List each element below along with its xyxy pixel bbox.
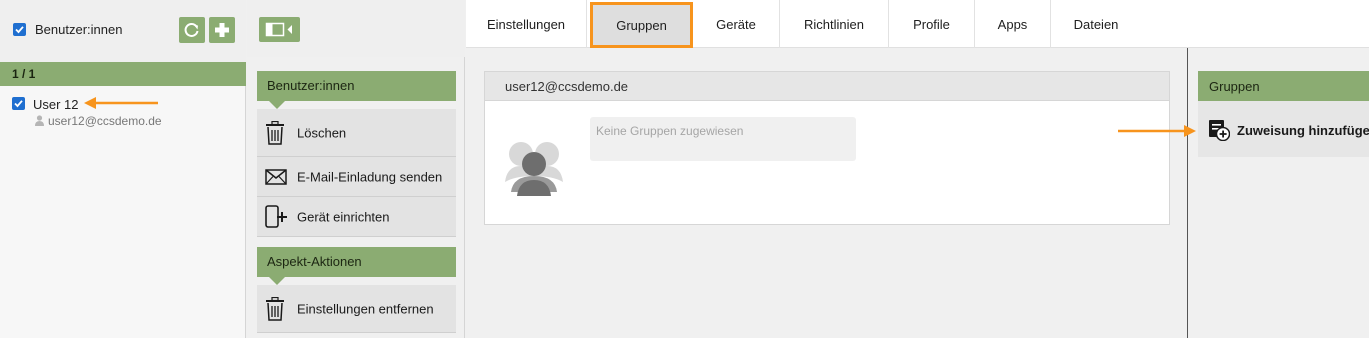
person-icon bbox=[35, 115, 44, 126]
tab-profiles[interactable]: Profile bbox=[889, 0, 975, 48]
send-invite-action[interactable]: E-Mail-Einladung senden bbox=[257, 157, 456, 197]
users-header: Benutzer:innen bbox=[0, 0, 246, 62]
envelope-icon bbox=[265, 168, 287, 185]
actions-toolbar bbox=[247, 0, 465, 57]
users-panel: Benutzer:innen 1 / 1 User 12 user12@ccsd… bbox=[0, 0, 246, 338]
users-title: Benutzer:innen bbox=[35, 22, 123, 37]
remove-settings-action[interactable]: Einstellungen entfernen bbox=[257, 285, 456, 333]
user-groups-card: user12@ccsdemo.de Keine Gruppen zugewies… bbox=[484, 71, 1170, 225]
tab-groups[interactable]: Gruppen bbox=[590, 2, 693, 48]
user-email: user12@ccsdemo.de bbox=[48, 114, 162, 128]
tab-files[interactable]: Dateien bbox=[1051, 0, 1141, 48]
sidebar-collapse-icon bbox=[265, 22, 292, 37]
card-header-email: user12@ccsdemo.de bbox=[485, 72, 1169, 101]
group-avatar-icon bbox=[505, 142, 563, 196]
add-device-icon bbox=[265, 204, 287, 228]
collapse-panel-button[interactable] bbox=[259, 17, 300, 42]
no-groups-message: Keine Gruppen zugewiesen bbox=[590, 117, 856, 161]
section-header-users: Benutzer:innen bbox=[257, 71, 456, 109]
send-invite-label: E-Mail-Einladung senden bbox=[297, 169, 443, 184]
groups-panel-header: Gruppen bbox=[1198, 71, 1369, 109]
delete-action[interactable]: Löschen bbox=[257, 109, 456, 157]
tab-settings[interactable]: Einstellungen bbox=[466, 0, 587, 48]
setup-device-label: Gerät einrichten bbox=[297, 209, 390, 224]
panel-divider bbox=[1187, 48, 1188, 338]
highlight-arrow-left-icon bbox=[84, 97, 158, 109]
trash-icon bbox=[266, 296, 284, 321]
setup-device-action[interactable]: Gerät einrichten bbox=[257, 197, 456, 237]
user-name[interactable]: User 12 bbox=[33, 97, 79, 112]
add-assignment-icon bbox=[1209, 120, 1230, 141]
delete-action-label: Löschen bbox=[297, 125, 347, 140]
trash-icon bbox=[266, 120, 284, 145]
refresh-icon bbox=[184, 22, 199, 37]
tab-devices[interactable]: Geräte bbox=[693, 0, 780, 48]
actions-panel: Benutzer:innen Löschen E-Mail-Einladung … bbox=[247, 0, 465, 338]
tab-policies[interactable]: Richtlinien bbox=[780, 0, 889, 48]
user-email-row: user12@ccsdemo.de bbox=[35, 114, 162, 128]
tab-apps[interactable]: Apps bbox=[975, 0, 1051, 48]
select-all-checkbox[interactable] bbox=[13, 23, 26, 36]
tab-bar: Einstellungen Gruppen Geräte Richtlinien… bbox=[466, 0, 1369, 48]
main-area: Einstellungen Gruppen Geräte Richtlinien… bbox=[466, 0, 1369, 338]
plus-icon bbox=[215, 23, 229, 37]
user-count-bar: 1 / 1 bbox=[0, 62, 246, 86]
user-checkbox[interactable] bbox=[12, 97, 25, 110]
refresh-button[interactable] bbox=[179, 17, 205, 43]
add-user-button[interactable] bbox=[209, 17, 235, 43]
highlight-arrow-right-icon bbox=[1118, 125, 1196, 137]
add-assignment-label: Zuweisung hinzufügen bbox=[1237, 123, 1369, 138]
add-assignment-button[interactable]: Zuweisung hinzufügen bbox=[1198, 101, 1369, 157]
remove-settings-label: Einstellungen entfernen bbox=[297, 301, 434, 316]
section-header-aspect-actions: Aspekt-Aktionen bbox=[257, 247, 456, 285]
